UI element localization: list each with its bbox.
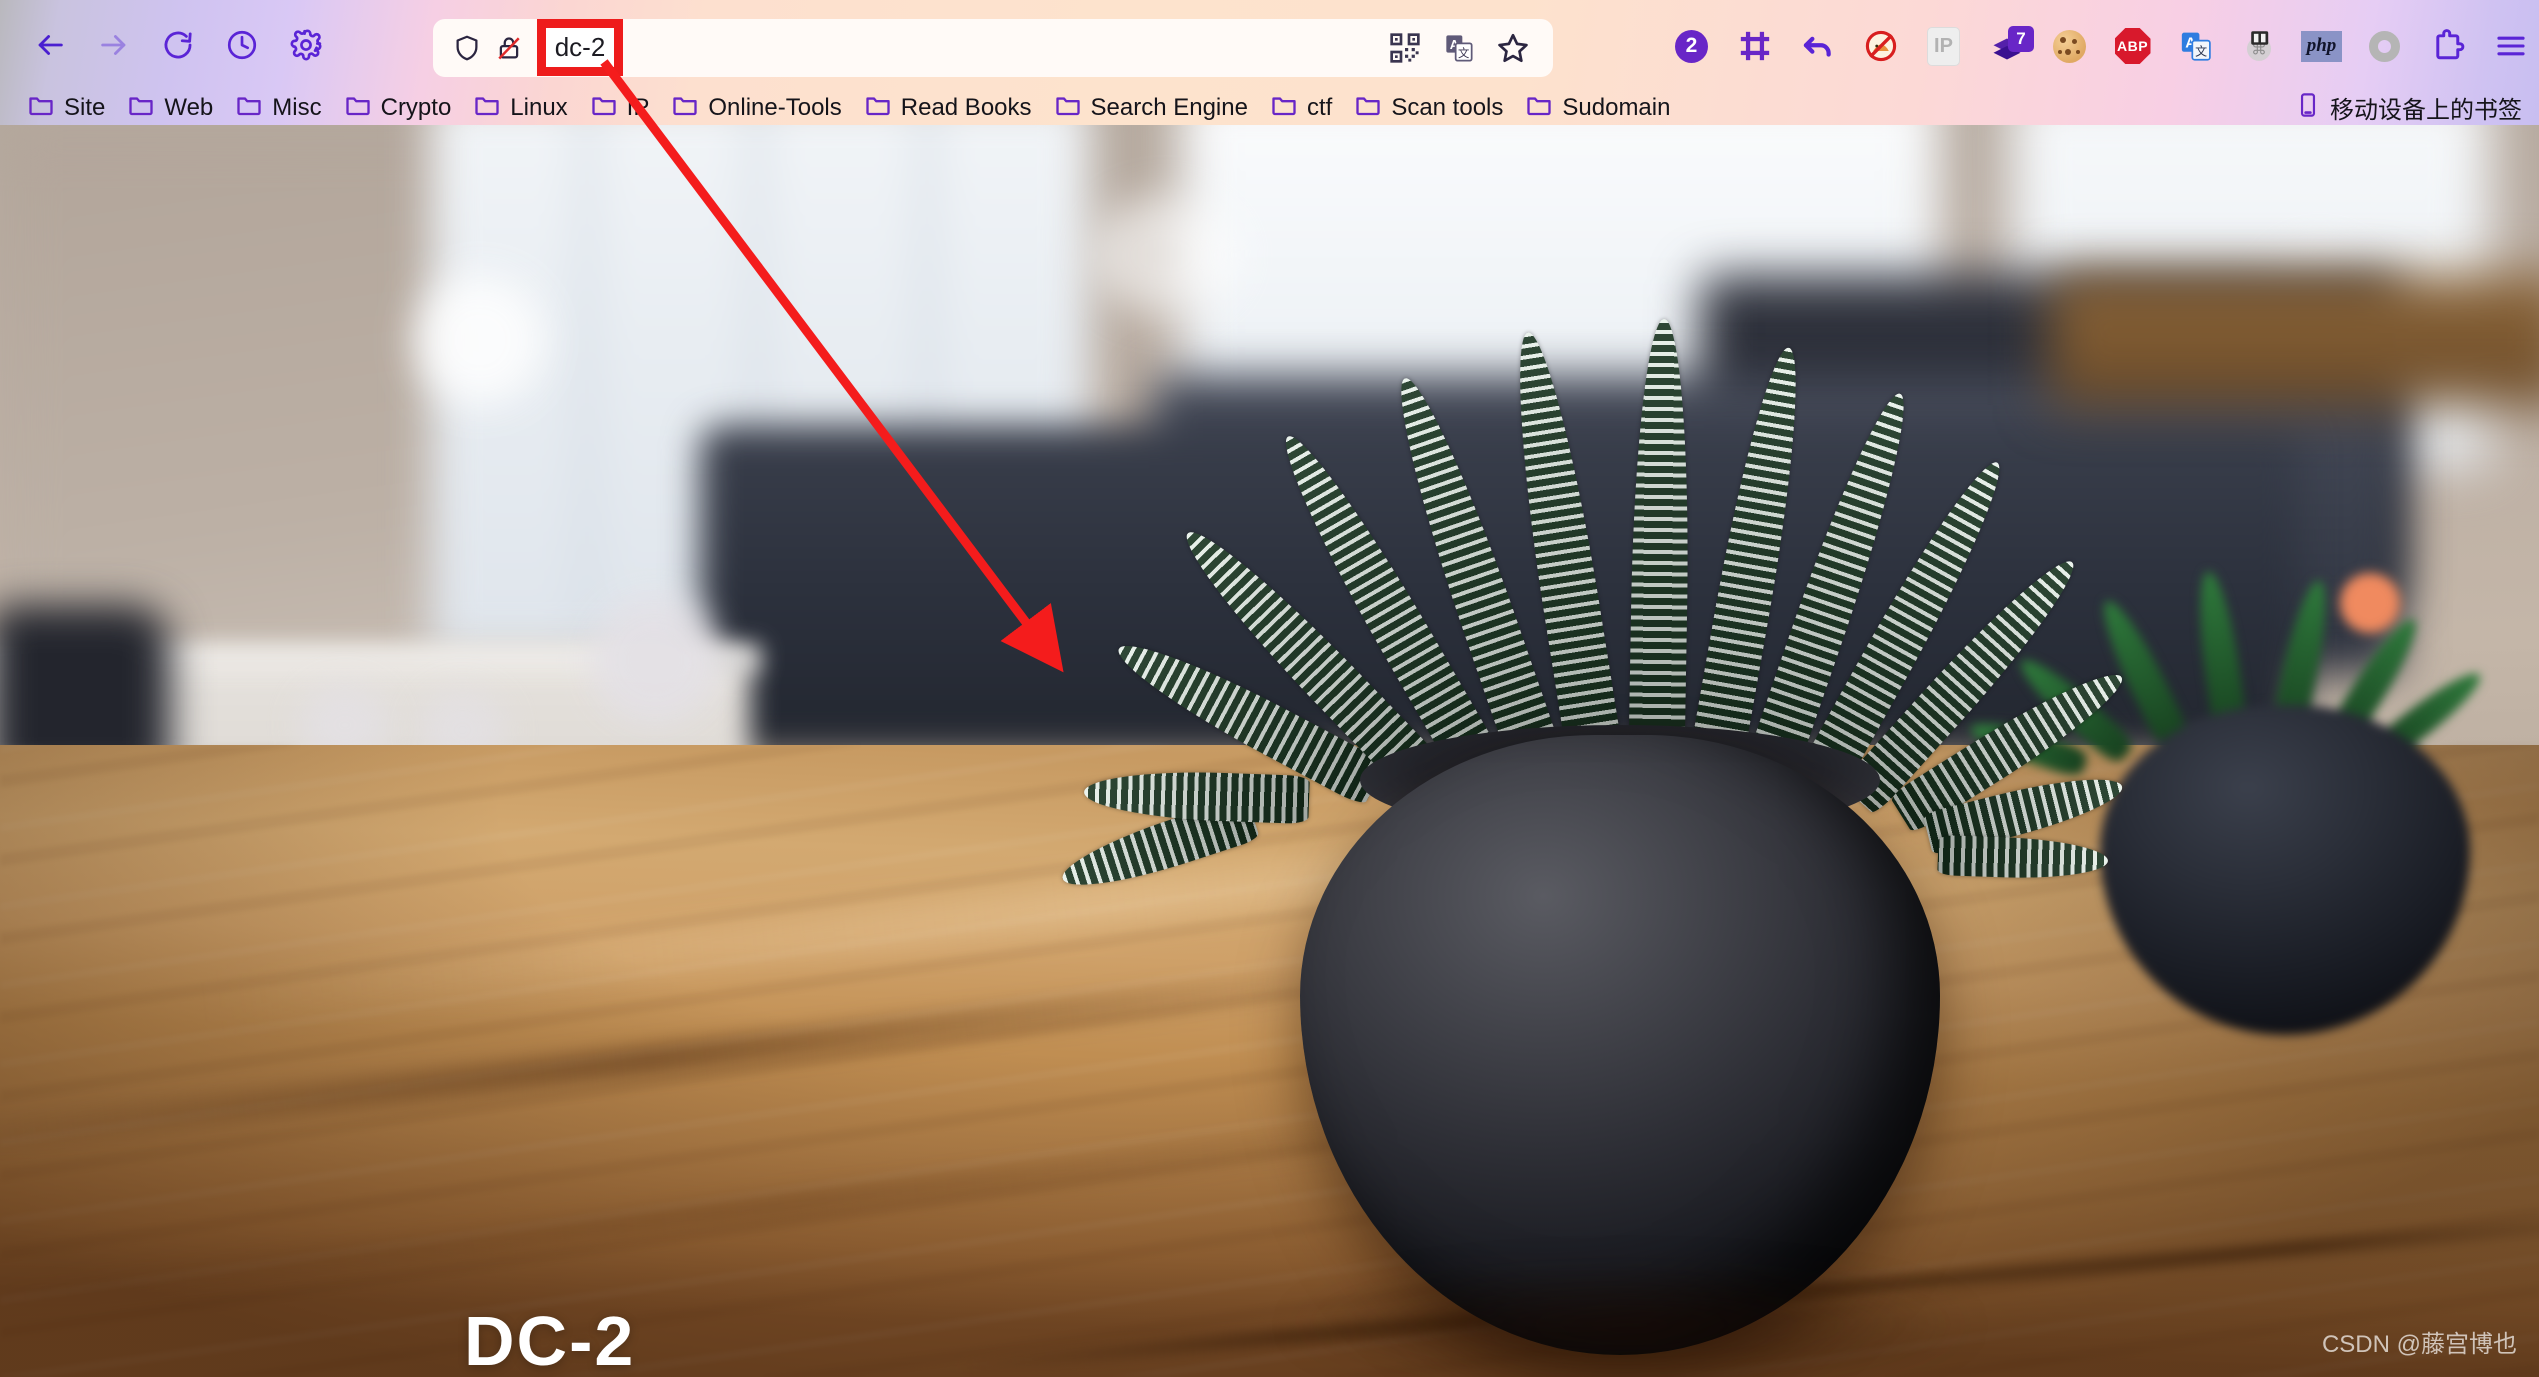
main-succulent-plant [1055,305,2134,1377]
bookmark-label: Site [64,93,106,121]
loading-ring-extension[interactable] [2353,17,2416,75]
tab-split-extension[interactable]: ⌘ [2227,17,2290,75]
bookmark-label: Linux [510,93,568,121]
undo-close-tab-extension[interactable] [1786,17,1849,75]
bookmark-folder-ip[interactable]: IP [581,87,663,125]
bookmark-label: Scan tools [1391,93,1504,121]
download-manager-extension[interactable]: 7 [1975,17,2038,75]
folder-icon [473,91,501,124]
folder-icon [590,91,618,124]
folder-icon [1270,91,1298,124]
bookmark-folder-ctf[interactable]: ctf [1261,87,1345,125]
qr-code-icon[interactable] [1383,26,1427,70]
tab-counter-badge: 2 [1675,29,1708,63]
svg-text:文: 文 [1458,46,1469,60]
browser-window: dc-2 A 文 dc-2 2 IP 7 ABP A 文 ⌘ php Site … [0,0,2539,1377]
folder-icon [344,91,372,124]
bookmark-mobile-devices-item[interactable]: 移动设备上的书签 [2286,86,2535,125]
bookmark-folder-crypto[interactable]: Crypto [335,87,465,125]
bookmark-label: Sudomain [1562,93,1671,121]
screenshot-crop-extension[interactable] [1723,17,1786,75]
extensions-toolbar: 2 IP 7 ABP A 文 ⌘ php [1660,17,2539,75]
settings-button[interactable] [274,17,338,73]
mobile-device-icon [2295,92,2321,123]
page-viewport: DC-2 Just another WordPress site CSDN @藤… [0,125,2539,1377]
abp-badge-label: ABP [2114,28,2151,64]
download-count-badge: 7 [2008,26,2034,52]
php-badge-label: php [2301,30,2342,62]
reload-button[interactable] [146,17,210,73]
bookmark-star-icon[interactable] [1491,26,1535,70]
svg-text:文: 文 [2195,43,2207,58]
address-bar-actions: A 文 [1383,19,1535,77]
php-tools-extension[interactable]: php [2290,17,2353,75]
bookmark-label: ctf [1306,93,1333,121]
cookie-manager-extension[interactable] [2038,17,2101,75]
forward-button[interactable] [82,17,146,73]
bookmark-label: IP [626,93,650,121]
adblock-plus-extension[interactable]: ABP [2101,17,2164,75]
bookmark-label: Read Books [900,93,1032,121]
secondary-plant [1966,525,2510,1035]
bookmark-label: Misc [272,93,322,121]
folder-icon [1054,91,1082,124]
folder-icon [235,91,263,124]
ring-icon [2369,30,2400,62]
bookmark-folder-scan-tools[interactable]: Scan tools [1345,87,1516,125]
ip-badge-label: IP [1927,26,1960,66]
bookmark-folder-site[interactable]: Site [18,87,118,125]
bookmark-folder-misc[interactable]: Misc [226,87,334,125]
bookmark-label: Crypto [380,93,452,121]
site-hero: DC-2 Just another WordPress site [464,1306,894,1377]
bookmark-folder-read-books[interactable]: Read Books [855,87,1045,125]
app-menu-button[interactable] [2479,17,2539,75]
bookmark-label: Online-Tools [708,93,842,121]
folder-icon [671,91,699,124]
bookmark-folder-search-engine[interactable]: Search Engine [1045,87,1261,125]
history-button[interactable] [210,17,274,73]
folder-icon [864,91,892,124]
folder-icon [1354,91,1382,124]
bookmark-mobile-devices[interactable]: 移动设备上的书签 [2286,81,2535,125]
translate-icon[interactable]: A 文 [1437,26,1481,70]
csdn-watermark: CSDN @藤宫博也 [2321,1331,2517,1358]
bookmark-folder-linux[interactable]: Linux [464,87,580,125]
bookmark-folder-online-tools[interactable]: Online-Tools [662,87,854,125]
address-bar-text: dc-2 [537,32,589,63]
browser-chrome: dc-2 A 文 dc-2 2 IP 7 ABP A 文 ⌘ php Site … [0,0,2539,125]
bookmark-label: Search Engine [1090,93,1248,121]
translate-extension[interactable]: A 文 [2164,17,2227,75]
bookmark-label: Web [164,93,214,121]
noscript-extension[interactable] [1849,17,1912,75]
address-bar-identity: dc-2 [433,28,588,68]
page-title: DC-2 [464,1302,636,1377]
navigation-buttons [18,17,338,73]
bookmark-folder-sudomain[interactable]: Sudomain [1516,87,1683,125]
extensions-puzzle-button[interactable] [2416,17,2479,75]
address-bar[interactable]: dc-2 A 文 [433,19,1553,77]
bookmark-folder-web[interactable]: Web [118,87,226,125]
back-button[interactable] [18,17,82,73]
folder-icon [1525,91,1553,124]
tab-counter-extension[interactable]: 2 [1660,17,1723,75]
folder-icon [27,91,55,124]
ip-lookup-extension[interactable]: IP [1912,17,1975,75]
lock-crossed-icon[interactable] [489,28,529,68]
shield-icon[interactable] [447,28,487,68]
bookmarks-bar: Site Web Misc Crypto Linux IP Online-Too… [0,81,2539,125]
cookie-icon [2053,29,2086,63]
navigation-toolbar: dc-2 A 文 dc-2 2 IP 7 ABP A 文 ⌘ php [0,9,2539,81]
folder-icon [127,91,155,124]
bookmark-label: 移动设备上的书签 [2330,97,2522,124]
